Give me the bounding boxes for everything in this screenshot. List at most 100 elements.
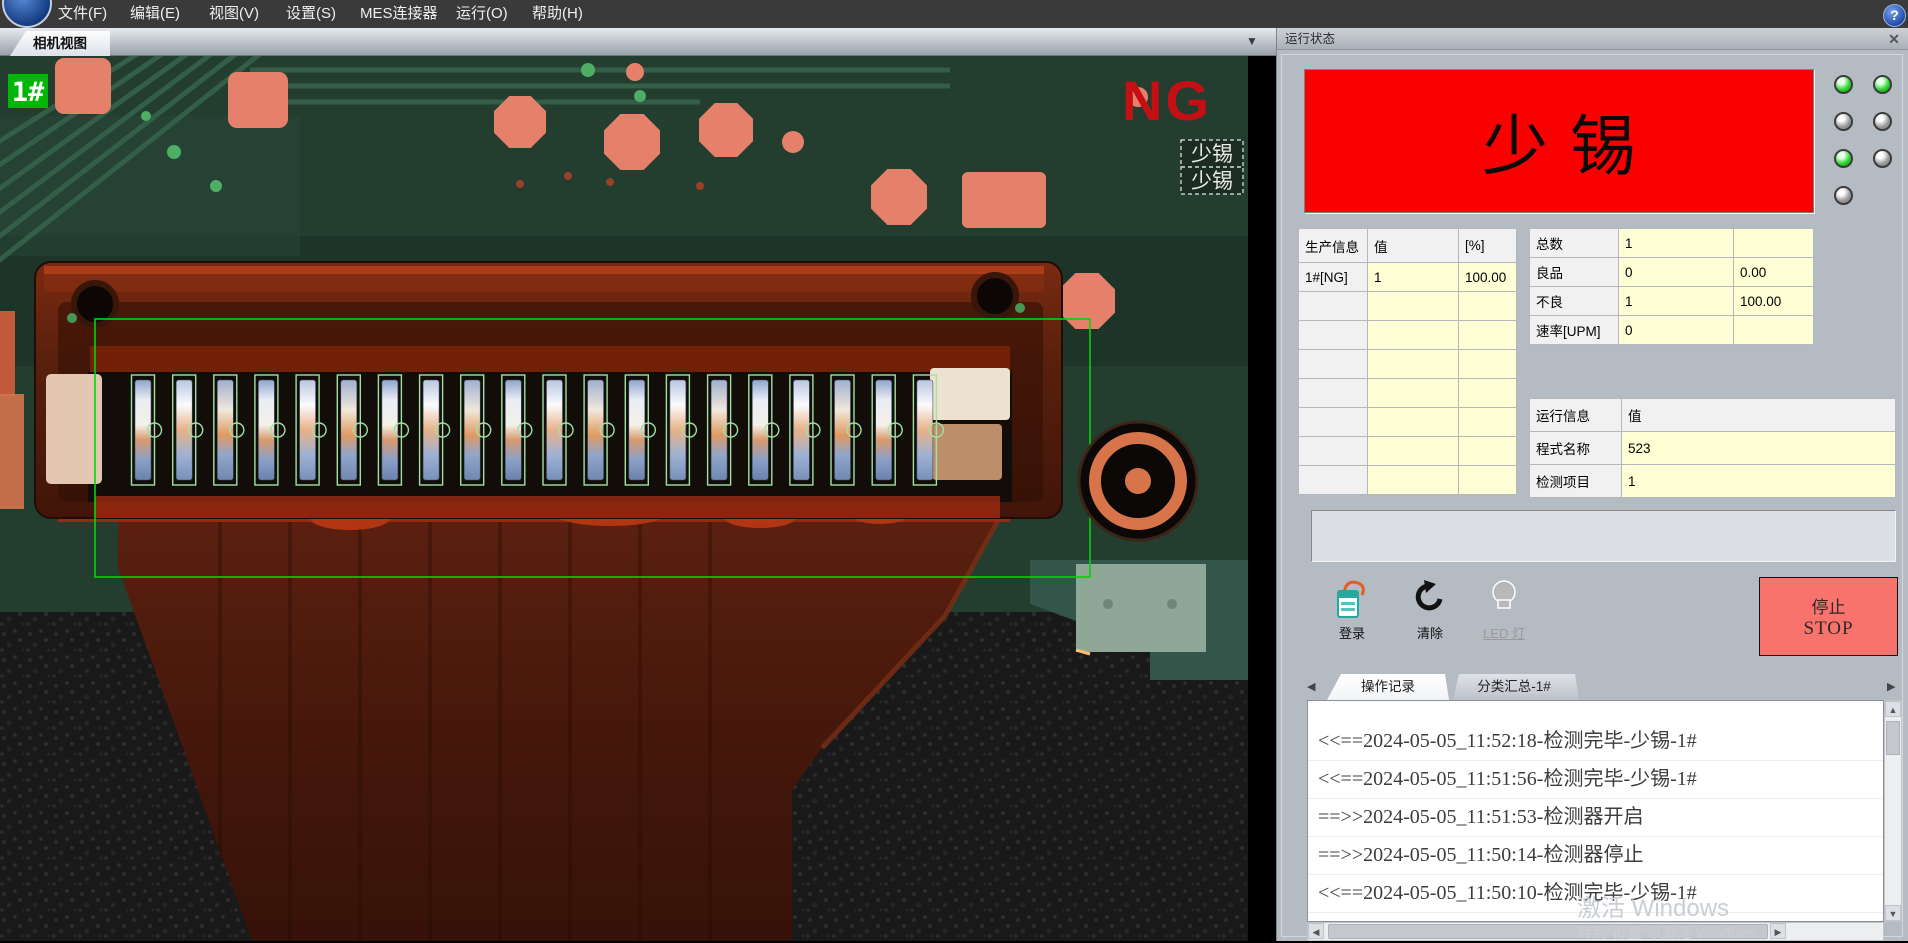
defect-tag-2: 少锡 [1191, 169, 1233, 193]
table-row [1299, 350, 1517, 379]
clear-button[interactable]: 清除 [1395, 575, 1465, 653]
col-header: 值 [1622, 399, 1896, 432]
stop-label-en: STOP [1803, 618, 1853, 640]
table-row [1299, 292, 1517, 321]
table-row: 速率[UPM]0 [1530, 316, 1814, 345]
menu-edit[interactable]: 编辑(E) [130, 0, 180, 28]
scrollbar-thumb[interactable] [1328, 924, 1768, 939]
panel-title-bar: 运行状态 ✕ [1277, 28, 1908, 50]
indicator-light-off [1873, 112, 1892, 131]
indicator-light-off [1834, 186, 1853, 205]
menu-settings[interactable]: 设置(S) [286, 0, 336, 28]
connector-pin [341, 380, 357, 480]
connector-pin [876, 380, 892, 480]
connector-pin [917, 380, 933, 480]
scroll-right-icon[interactable]: ▶ [1770, 923, 1786, 939]
connector-pin [217, 380, 233, 480]
tab-camera-view[interactable]: 相机视图 [10, 31, 110, 56]
menu-bar: 文件(F) 编辑(E) 视图(V) 设置(S) MES连接器 运行(O) 帮助(… [0, 0, 1908, 28]
app-logo-icon [2, 0, 52, 28]
connector-pin [711, 380, 727, 480]
status-banner: 少锡 [1304, 69, 1814, 213]
connector-pin [300, 380, 316, 480]
scroll-up-icon[interactable]: ▲ [1885, 701, 1901, 717]
table-row: 良品00.00 [1530, 258, 1814, 287]
panel-title: 运行状态 [1285, 28, 1335, 50]
log-entry: <<==2024-05-05_11:52:18-检测完毕-少锡-1# [1308, 723, 1883, 761]
connector-pin [423, 380, 439, 480]
connector-pin [176, 380, 192, 480]
message-box [1311, 510, 1896, 562]
indicator-light-off [1834, 112, 1853, 131]
screw-hole-right [974, 275, 1016, 317]
connector-pin [752, 380, 768, 480]
connector-pin [588, 380, 604, 480]
log-entry: ==>>2024-05-05_11:51:53-检测器开启 [1308, 799, 1883, 837]
col-header: 生产信息 [1299, 229, 1368, 263]
table-row [1299, 379, 1517, 408]
log-entry: ==>>2024-05-05_11:50:14-检测器停止 [1308, 837, 1883, 875]
table-row: 不良1100.00 [1530, 287, 1814, 316]
connector-pin [835, 380, 851, 480]
connector-pin [382, 380, 398, 480]
connector-pin [547, 380, 563, 480]
camera-index-label: 1# [12, 77, 45, 108]
chevron-down-icon[interactable]: ▼ [1246, 34, 1258, 48]
tab-scroll-right-icon[interactable]: ▶ [1887, 680, 1895, 693]
connector-pin [629, 380, 645, 480]
table-row [1299, 408, 1517, 437]
camera-tab-strip: 相机视图 ▼ [0, 28, 1276, 56]
tab-scroll-left-icon[interactable]: ◀ [1307, 680, 1315, 693]
scroll-left-icon[interactable]: ◀ [1308, 923, 1324, 939]
close-icon[interactable]: ✕ [1885, 30, 1903, 48]
table-row: 程式名称523 [1530, 432, 1896, 465]
id-badge-icon [1317, 577, 1387, 623]
menu-mes-connector[interactable]: MES连接器 [360, 0, 438, 28]
indicator-light-on [1834, 75, 1853, 94]
stop-button[interactable]: 停止 STOP [1759, 577, 1898, 656]
menu-help[interactable]: 帮助(H) [532, 0, 583, 28]
status-banner-text: 少锡 [1482, 93, 1658, 189]
log-entry: <<==2024-05-05_11:51:56-检测完毕-少锡-1# [1308, 761, 1883, 799]
col-header: [%] [1459, 229, 1517, 263]
connector-pin [258, 380, 274, 480]
led-label: LED 灯 [1483, 626, 1525, 641]
log-horizontal-scrollbar[interactable]: ◀ ▶ [1307, 922, 1884, 941]
help-icon[interactable]: ? [1883, 4, 1906, 27]
connector-pin [505, 380, 521, 480]
tab-operation-log[interactable]: 操作记录 [1327, 674, 1449, 700]
clear-label: 清除 [1417, 626, 1443, 641]
log-entry: <<==2024-05-05_11:50:10-检测完毕-少锡-1# [1308, 875, 1883, 913]
ng-result-label: NG [1122, 69, 1212, 132]
login-label: 登录 [1339, 626, 1365, 641]
indicator-light-on [1873, 75, 1892, 94]
col-header: 值 [1368, 229, 1459, 263]
table-row: 总数1 [1530, 229, 1814, 258]
connector-pin [670, 380, 686, 480]
camera-image: 1# NG 少锡 少锡 [0, 56, 1276, 941]
production-info-table: 生产信息 值 [%] 1#[NG]1100.00 [1298, 228, 1517, 495]
tab-class-summary[interactable]: 分类汇总-1# [1449, 674, 1579, 700]
refresh-icon [1395, 577, 1465, 623]
table-row [1299, 466, 1517, 495]
stop-label-cn: 停止 [1812, 593, 1846, 618]
scrollbar-thumb[interactable] [1886, 721, 1900, 755]
run-status-panel: 运行状态 ✕ 少锡 生产信息 值 [%] 1#[NG]1100.00 总数1 良… [1276, 28, 1908, 941]
statistics-table: 总数1 良品00.00 不良1100.00 速率[UPM]0 [1529, 228, 1814, 345]
menu-file[interactable]: 文件(F) [58, 0, 107, 28]
scroll-down-icon[interactable]: ▼ [1885, 905, 1901, 921]
menu-run[interactable]: 运行(O) [456, 0, 508, 28]
menu-view[interactable]: 视图(V) [209, 0, 259, 28]
run-info-table: 运行信息 值 程式名称523 检测项目1 [1529, 398, 1896, 498]
circular-pad [1079, 422, 1197, 540]
login-button[interactable]: 登录 [1317, 575, 1387, 653]
connector-pin [464, 380, 480, 480]
table-row [1299, 437, 1517, 466]
table-row: 检测项目1 [1530, 465, 1896, 498]
connector-pin [135, 380, 151, 480]
log-vertical-scrollbar[interactable]: ▲ ▼ [1884, 700, 1902, 922]
led-light-button[interactable]: LED 灯 [1469, 575, 1539, 653]
indicator-lights [1834, 75, 1894, 235]
defect-tag-1: 少锡 [1191, 142, 1233, 166]
indicator-light-on [1834, 149, 1853, 168]
